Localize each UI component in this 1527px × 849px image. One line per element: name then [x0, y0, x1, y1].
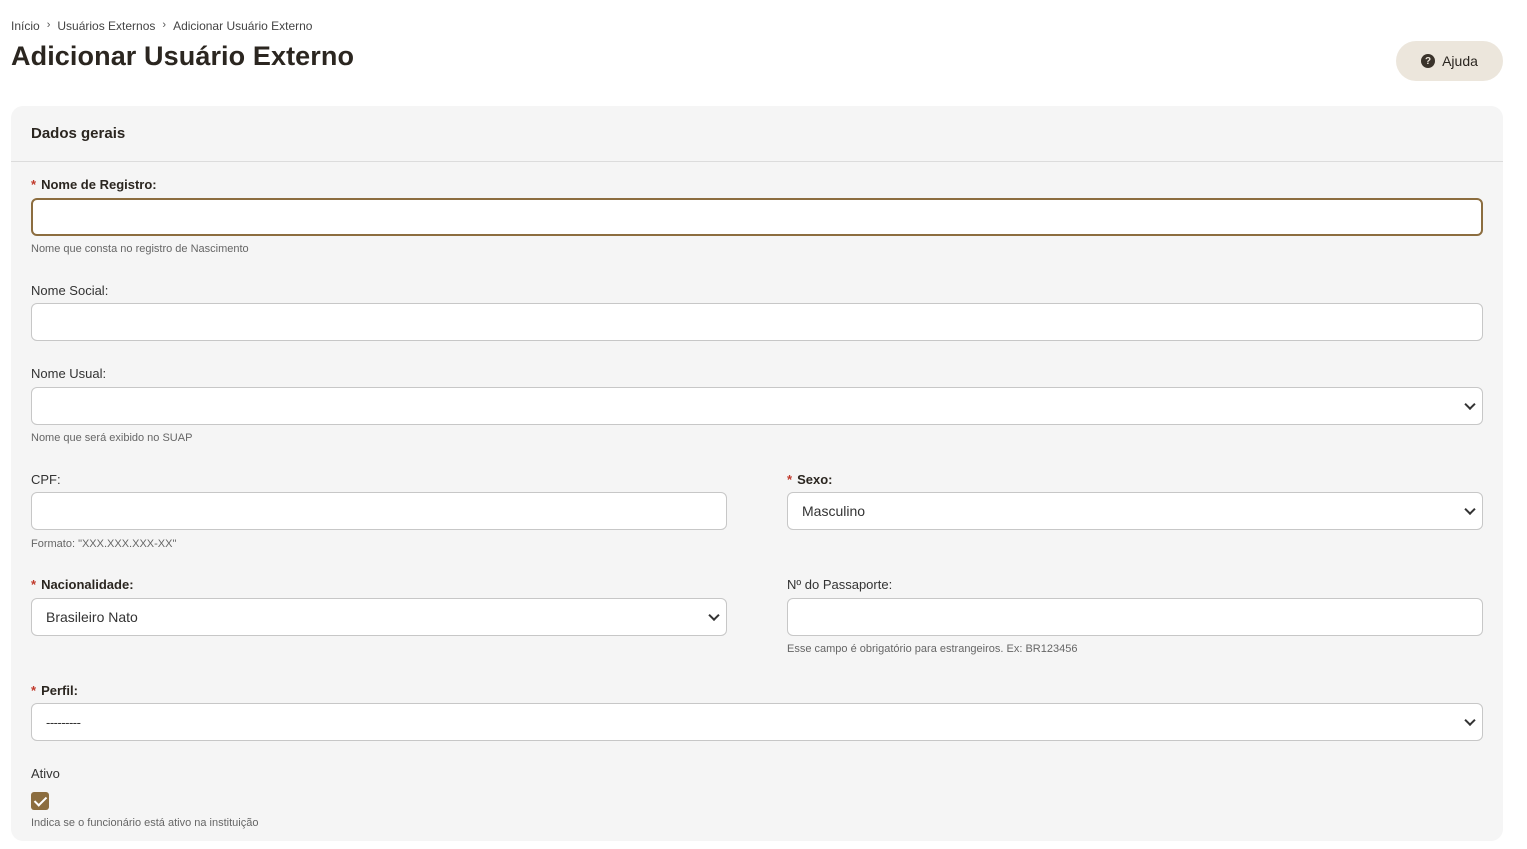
nome-usual-hint: Nome que será exibido no SUAP	[31, 432, 193, 444]
nome-social-input[interactable]	[31, 303, 1483, 341]
chevron-right-icon: ›	[46, 19, 51, 31]
breadcrumb: Início › Usuários Externos › Adicionar U…	[11, 19, 312, 33]
nacionalidade-select[interactable]: Brasileiro Nato	[31, 598, 727, 636]
page-title: Adicionar Usuário Externo	[11, 41, 355, 71]
required-mark: *	[31, 177, 37, 192]
nome-usual-select[interactable]	[31, 387, 1483, 425]
required-mark: *	[31, 683, 37, 698]
cpf-input[interactable]	[31, 492, 727, 530]
question-circle-icon: ?	[1421, 54, 1436, 68]
sexo-label: * Sexo:	[787, 472, 833, 487]
nome-registro-hint: Nome que consta no registro de Nasciment…	[31, 243, 249, 255]
passaporte-hint: Esse campo é obrigatório para estrangeir…	[787, 643, 1078, 655]
nacionalidade-label: * Nacionalidade:	[31, 577, 134, 592]
form-card: Dados gerais * Nome de Registro: Nome que…	[11, 106, 1503, 841]
passaporte-input[interactable]	[787, 598, 1483, 636]
ativo-checkbox[interactable]	[31, 792, 49, 810]
section-title: Dados gerais	[31, 125, 126, 142]
cpf-hint: Formato: "XXX.XXX.XXX-XX"	[31, 538, 177, 550]
sexo-select[interactable]: Masculino	[787, 492, 1483, 530]
cpf-label: CPF:	[31, 472, 61, 487]
nome-social-label: Nome Social:	[31, 283, 109, 298]
breadcrumb-current: Adicionar Usuário Externo	[173, 19, 313, 33]
help-button-label: Ajuda	[1442, 53, 1478, 69]
required-mark: *	[31, 577, 37, 592]
nome-registro-label: * Nome de Registro:	[31, 177, 157, 192]
card-header: Dados gerais	[11, 106, 1503, 162]
breadcrumb-usuarios-externos[interactable]: Usuários Externos	[57, 19, 155, 33]
breadcrumb-home[interactable]: Início	[11, 19, 40, 33]
ativo-hint: Indica se o funcionário está ativo na in…	[31, 817, 259, 829]
passaporte-label: Nº do Passaporte:	[787, 577, 893, 592]
required-mark: *	[787, 472, 793, 487]
perfil-label: * Perfil:	[31, 683, 78, 698]
chevron-right-icon: ›	[162, 19, 167, 31]
perfil-select[interactable]: ---------	[31, 703, 1483, 741]
ativo-label: Ativo	[31, 766, 60, 781]
help-button[interactable]: ? Ajuda	[1396, 41, 1503, 81]
nome-registro-input[interactable]	[31, 198, 1483, 236]
nome-usual-label: Nome Usual:	[31, 366, 107, 381]
